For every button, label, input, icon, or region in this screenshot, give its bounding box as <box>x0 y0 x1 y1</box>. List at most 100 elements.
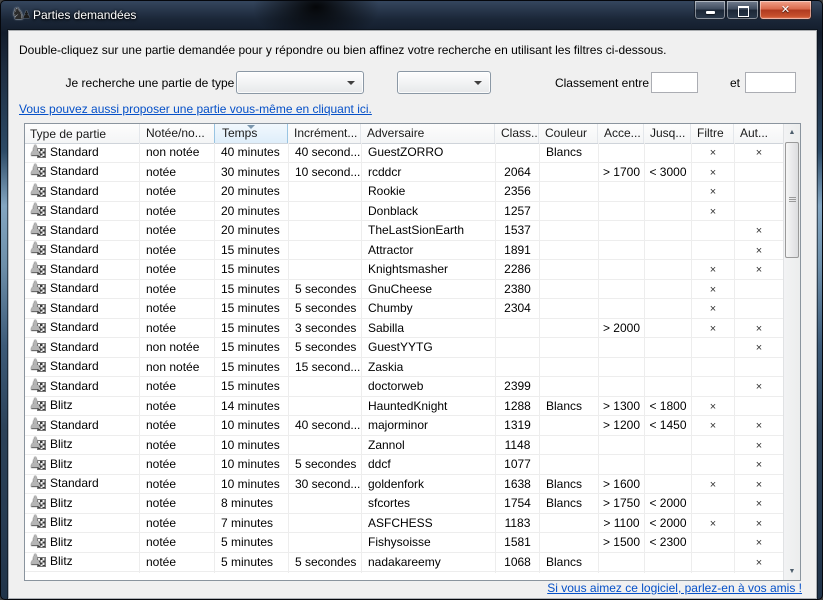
cell-auto <box>735 299 783 319</box>
cell-auto <box>735 202 783 222</box>
column-header-filter[interactable]: Filtre <box>691 124 734 143</box>
table-row[interactable]: ♟Standardnotée20 minutesTheLastSionEarth… <box>25 221 783 241</box>
cell-type: ♟Blitz <box>25 533 140 553</box>
table-row[interactable]: ♟Blitznotée5 minutesblik2170× <box>25 572 783 573</box>
cell-increment: 10 second... <box>289 163 362 183</box>
share-link[interactable]: Si vous aimez ce logiciel, parlez-en à v… <box>547 581 802 595</box>
auto-cross-icon: × <box>756 420 762 432</box>
column-header-type[interactable]: Type de partie <box>25 124 140 143</box>
column-header-time[interactable]: Temps <box>214 124 288 143</box>
cell-opponent: Chumby <box>362 299 496 319</box>
cell-type: ♟Standard <box>25 260 140 280</box>
table-row[interactable]: ♟Blitznotée10 minutes5 secondesddcf1077× <box>25 455 783 475</box>
cell-opponent: Zaskia <box>362 358 496 378</box>
column-header-color[interactable]: Couleur <box>539 124 598 143</box>
table-row[interactable]: ♟Standardnotée15 minutesKnightsmasher228… <box>25 260 783 280</box>
table-row[interactable]: ♟Blitznotée5 minutesFishysoisse1581> 150… <box>25 533 783 553</box>
cell-above: > 2000 <box>599 319 645 339</box>
scrollbar-thumb[interactable] <box>785 142 799 258</box>
table-row[interactable]: ♟Standardnotée10 minutes30 second...gold… <box>25 475 783 495</box>
column-header-increment[interactable]: Incrément... <box>288 124 361 143</box>
cell-below <box>645 319 692 339</box>
sort-descending-icon <box>247 125 255 129</box>
cell-type: ♟Standard <box>25 202 140 222</box>
column-header-rating[interactable]: Class... <box>495 124 539 143</box>
rating-min-input[interactable] <box>651 72 698 93</box>
chess-pawn-on-board-icon: ♟ <box>30 359 46 374</box>
cell-type: ♟Standard <box>25 143 140 163</box>
pawn-icon: ♟ <box>29 143 42 158</box>
column-header-above[interactable]: Acce... <box>598 124 644 143</box>
table-row[interactable]: ♟Standardnon notée15 minutes5 secondesGu… <box>25 338 783 358</box>
filter-cross-icon: × <box>710 147 716 159</box>
cell-time: 5 minutes <box>215 572 289 573</box>
close-button[interactable]: ✕ <box>759 1 812 20</box>
table-row[interactable]: ♟Standardnotée15 minutesdoctorweb2399× <box>25 377 783 397</box>
table-row[interactable]: ♟Standardnotée10 minutes40 second...majo… <box>25 416 783 436</box>
cell-filter: × <box>692 143 735 163</box>
cell-above: > 1700 <box>599 163 645 183</box>
table-row[interactable]: ♟Blitznotée5 minutes5 secondesnadakareem… <box>25 553 783 573</box>
scroll-up-button[interactable]: ▲ <box>784 124 800 141</box>
cell-above <box>599 338 645 358</box>
cell-filter <box>692 377 735 397</box>
table-row[interactable]: ♟Standardnon notée15 minutes15 second...… <box>25 358 783 378</box>
auto-cross-icon: × <box>756 323 762 335</box>
table-row[interactable]: ♟Blitznotée14 minutesHauntedKnight1288Bl… <box>25 397 783 417</box>
pawn-icon: ♟ <box>29 241 42 256</box>
column-header-opponent[interactable]: Adversaire <box>361 124 495 143</box>
vertical-scrollbar[interactable]: ▲ ▼ <box>783 124 800 580</box>
cell-opponent: GnuCheese <box>362 280 496 300</box>
column-header-below[interactable]: Jusq... <box>644 124 691 143</box>
cell-auto: × <box>735 241 783 261</box>
game-type-text: Standard <box>50 221 99 240</box>
minimize-button[interactable] <box>694 1 726 20</box>
table-row[interactable]: ♟Standardnotée15 minutesAttractor1891× <box>25 241 783 261</box>
table-row[interactable]: ♟Blitznotée8 minutessfcortes1754Blancs> … <box>25 494 783 514</box>
table-row[interactable]: ♟Standardnotée20 minutesRookie2356× <box>25 182 783 202</box>
rating-max-input[interactable] <box>745 72 796 93</box>
cell-opponent: blik <box>362 572 496 573</box>
cell-type: ♟Standard <box>25 241 140 261</box>
cell-type: ♟Standard <box>25 338 140 358</box>
cell-above: > 1750 <box>599 494 645 514</box>
table-row[interactable]: ♟Blitznotée10 minutesZannol1148× <box>25 436 783 456</box>
game-type-text: Standard <box>50 475 99 494</box>
cell-auto: × <box>735 514 783 534</box>
table-row[interactable]: ♟Standardnotée30 minutes10 second...rcdd… <box>25 163 783 183</box>
pawn-icon: ♟ <box>29 202 42 217</box>
game-type-text: Standard <box>50 416 99 435</box>
game-type-select[interactable] <box>236 71 364 94</box>
pawn-icon: ♟ <box>29 455 42 470</box>
chess-pawn-on-board-icon: ♟ <box>30 223 46 238</box>
maximize-button[interactable] <box>726 1 759 20</box>
table-row[interactable]: ♟Standardnon notée40 minutes40 second...… <box>25 143 783 163</box>
cell-increment <box>289 436 362 456</box>
filter-cross-icon: × <box>710 264 716 276</box>
auto-cross-icon: × <box>756 557 762 569</box>
cell-color <box>540 416 599 436</box>
cell-filter: × <box>692 260 735 280</box>
cell-auto: × <box>735 455 783 475</box>
cell-filter: × <box>692 514 735 534</box>
table-row[interactable]: ♟Standardnotée15 minutes5 secondesChumby… <box>25 299 783 319</box>
column-header-rated[interactable]: Notée/no... <box>140 124 215 143</box>
cell-rated: notée <box>140 319 215 339</box>
propose-game-link[interactable]: Vous pouvez aussi proposer une partie vo… <box>19 102 372 116</box>
cell-opponent: Rookie <box>362 182 496 202</box>
game-type-text: Standard <box>50 260 99 279</box>
table-row[interactable]: ♟Standardnotée15 minutes5 secondesGnuChe… <box>25 280 783 300</box>
table-row[interactable]: ♟Standardnotée20 minutesDonblack1257× <box>25 202 783 222</box>
table-header-row: Type de partieNotée/no...TempsIncrément.… <box>25 124 783 144</box>
title-bar[interactable]: ♞♟ Parties demandées ✕ <box>1 1 822 31</box>
auto-cross-icon: × <box>756 498 762 510</box>
table-row[interactable]: ♟Blitznotée7 minutesASFCHESS1183> 1100< … <box>25 514 783 534</box>
cell-rated: non notée <box>140 338 215 358</box>
scroll-down-button[interactable]: ▼ <box>784 563 800 580</box>
cell-time: 5 minutes <box>215 553 289 573</box>
secondary-filter-select[interactable] <box>397 71 491 94</box>
chevron-down-icon <box>474 81 482 85</box>
cell-color <box>540 202 599 222</box>
column-header-auto[interactable]: Aut... <box>734 124 782 143</box>
table-row[interactable]: ♟Standardnotée15 minutes3 secondesSabill… <box>25 319 783 339</box>
